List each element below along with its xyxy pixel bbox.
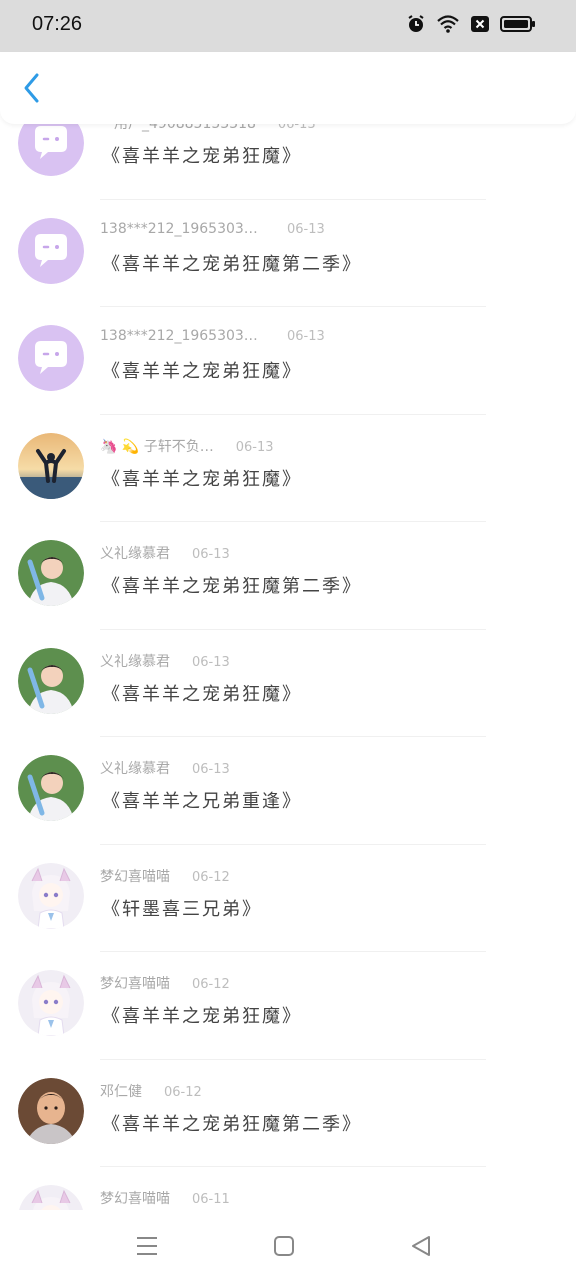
message-date: 06-13 — [192, 762, 230, 777]
message-meta: 邓仁健 06-12 — [100, 1081, 202, 1101]
message-item[interactable]: 138***212_1965303282 06-13 《喜羊羊之宠弟狂魔第二季》 — [0, 200, 576, 307]
avatar[interactable] — [18, 1077, 84, 1144]
home-square-icon — [274, 1236, 294, 1256]
avatar[interactable] — [18, 432, 84, 499]
message-username: 梦幻喜喵喵 — [100, 1191, 170, 1207]
chevron-left-icon — [24, 73, 39, 103]
message-date: 06-12 — [192, 977, 230, 992]
message-text: 《喜羊羊之宠弟狂魔》 — [102, 683, 302, 705]
avatar[interactable] — [18, 647, 84, 714]
message-list: **用户_490885153318 06-13 《喜羊羊之宠弟狂魔》 138***21… — [0, 124, 576, 1210]
status-icons — [406, 14, 536, 34]
back-nav-button[interactable] — [407, 1232, 435, 1260]
message-username: 138***212_1965303282 — [100, 220, 265, 237]
avatar[interactable] — [18, 862, 84, 929]
message-item[interactable]: 邓仁健 06-12 《喜羊羊之宠弟狂魔第二季》 — [0, 1060, 576, 1167]
message-meta: 梦幻喜喵喵 06-12 — [100, 973, 230, 993]
message-date: 06-13 — [277, 124, 316, 132]
message-meta: 🦄 💫 子轩不负… 06-13 — [100, 436, 274, 456]
avatar[interactable] — [18, 1185, 84, 1210]
message-text: 《喜羊羊之兄弟重逢》 — [102, 791, 302, 812]
message-text: 《喜羊羊之宠弟狂魔》 — [102, 361, 302, 382]
message-date: 06-12 — [164, 1084, 202, 1100]
status-bar: 07:26 — [0, 0, 576, 52]
message-item[interactable]: 义礼缘慕君 06-13 《喜羊羊之宠弟狂魔第二季》 — [0, 522, 576, 630]
message-date: 06-13 — [287, 329, 325, 344]
top-app-bar — [0, 52, 576, 124]
status-time: 07:26 — [32, 13, 83, 35]
message-meta: 梦幻喜喵喵 06-11 — [100, 1188, 230, 1208]
menu-button[interactable] — [133, 1232, 161, 1260]
message-username: **用户_490885153318 — [100, 124, 256, 132]
message-username: 梦幻喜喵喵 — [100, 868, 170, 885]
message-meta: 138***212_1965303282 06-13 — [100, 221, 325, 237]
message-username: 义礼缘慕君 — [100, 653, 170, 670]
message-text: 《喜羊羊之宠弟狂魔》 — [102, 146, 302, 167]
message-date: 06-13 — [235, 439, 274, 455]
message-item[interactable]: 138***212_1965303282 06-13 《喜羊羊之宠弟狂魔》 — [0, 307, 576, 415]
message-text: 《喜羊羊之宠弟狂魔第二季》 — [102, 576, 362, 597]
back-triangle-icon — [412, 1236, 430, 1256]
message-username: 138***212_1965303282 — [100, 328, 265, 344]
message-date: 06-11 — [192, 1192, 230, 1207]
message-username: 义礼缘慕君 — [100, 546, 170, 562]
back-button[interactable] — [16, 72, 48, 104]
message-date: 06-13 — [192, 654, 230, 670]
message-text: 《喜羊羊之宠弟狂魔第二季》 — [102, 253, 362, 275]
message-meta: **用户_490885153318 06-13 — [100, 124, 316, 133]
avatar[interactable] — [18, 540, 84, 606]
avatar[interactable] — [18, 217, 84, 284]
avatar[interactable] — [18, 755, 84, 821]
message-text: 《喜羊羊之宠弟狂魔第二季》 — [102, 1113, 362, 1135]
avatar[interactable] — [18, 970, 84, 1036]
system-nav-bar — [0, 1210, 576, 1280]
wifi-icon — [437, 15, 459, 33]
message-item[interactable]: 梦幻喜喵喵 06-12 《喜羊羊之宠弟狂魔》 — [0, 952, 576, 1060]
home-button[interactable] — [270, 1232, 298, 1260]
message-item[interactable]: 义礼缘慕君 06-13 《喜羊羊之宠弟狂魔》 — [0, 630, 576, 737]
close-box-icon — [471, 16, 489, 32]
message-username: 🦄 💫 子轩不负… — [100, 438, 214, 455]
message-meta: 义礼缘慕君 06-13 — [100, 651, 230, 671]
message-item[interactable]: 🦄 💫 子轩不负… 06-13 《喜羊羊之宠弟狂魔》 — [0, 415, 576, 522]
avatar[interactable] — [18, 325, 84, 391]
battery-icon — [500, 16, 535, 32]
message-meta: 梦幻喜喵喵 06-12 — [100, 866, 230, 886]
message-username: 梦幻喜喵喵 — [100, 976, 170, 992]
message-username: 义礼缘慕君 — [100, 761, 170, 777]
message-text: 《轩墨喜三兄弟》 — [102, 898, 262, 920]
avatar[interactable] — [18, 124, 84, 176]
message-meta: 138***212_1965303282 06-13 — [100, 328, 325, 344]
message-text: 《喜羊羊之宠弟狂魔》 — [102, 468, 302, 490]
alarm-icon — [408, 15, 424, 32]
message-item[interactable]: 义礼缘慕君 06-13 《喜羊羊之兄弟重逢》 — [0, 737, 576, 845]
message-meta: 义礼缘慕君 06-13 — [100, 758, 230, 778]
message-text: 《喜羊羊之宠弟狂魔》 — [102, 1006, 302, 1027]
message-item[interactable]: 梦幻喜喵喵 06-11 — [0, 1167, 576, 1210]
message-item[interactable]: **用户_490885153318 06-13 《喜羊羊之宠弟狂魔》 — [0, 124, 576, 200]
message-meta: 义礼缘慕君 06-13 — [100, 543, 230, 563]
message-list-viewport[interactable]: **用户_490885153318 06-13 《喜羊羊之宠弟狂魔》 138***21… — [0, 124, 576, 1210]
menu-icon — [137, 1237, 157, 1255]
message-date: 06-13 — [192, 547, 230, 562]
message-date: 06-12 — [192, 869, 230, 885]
message-date: 06-13 — [287, 221, 325, 237]
message-username: 邓仁健 — [100, 1083, 142, 1100]
message-item[interactable]: 梦幻喜喵喵 06-12 《轩墨喜三兄弟》 — [0, 845, 576, 952]
